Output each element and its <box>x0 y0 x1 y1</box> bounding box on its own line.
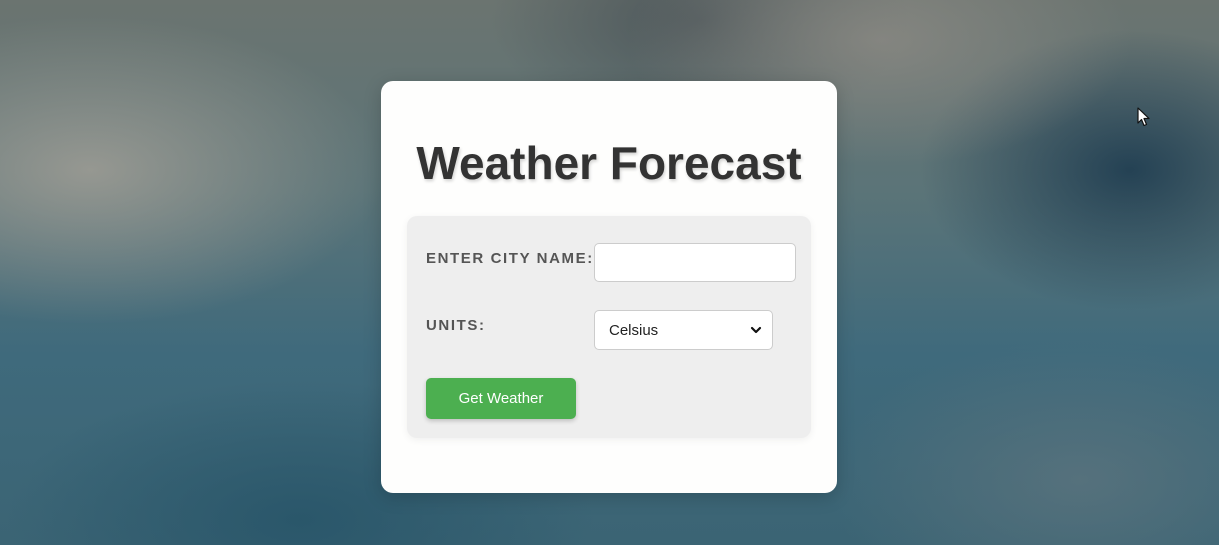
get-weather-button[interactable]: Get Weather <box>426 378 576 419</box>
units-selected-value: Celsius <box>609 321 659 339</box>
weather-card: Weather Forecast ENTER CITY NAME: UNITS:… <box>381 81 837 493</box>
units-select[interactable]: Celsius <box>594 310 773 350</box>
units-label: UNITS: <box>426 317 486 334</box>
page-title: Weather Forecast <box>416 137 802 189</box>
chevron-down-icon <box>750 326 762 334</box>
page-background: { "app": { "title": "Weather Forecast" }… <box>0 0 1219 545</box>
mouse-cursor-icon <box>1137 107 1150 127</box>
city-name-label: ENTER CITY NAME: <box>426 250 594 267</box>
weather-form: ENTER CITY NAME: UNITS: Celsius Get Weat… <box>407 216 811 438</box>
city-name-input[interactable] <box>594 243 796 282</box>
